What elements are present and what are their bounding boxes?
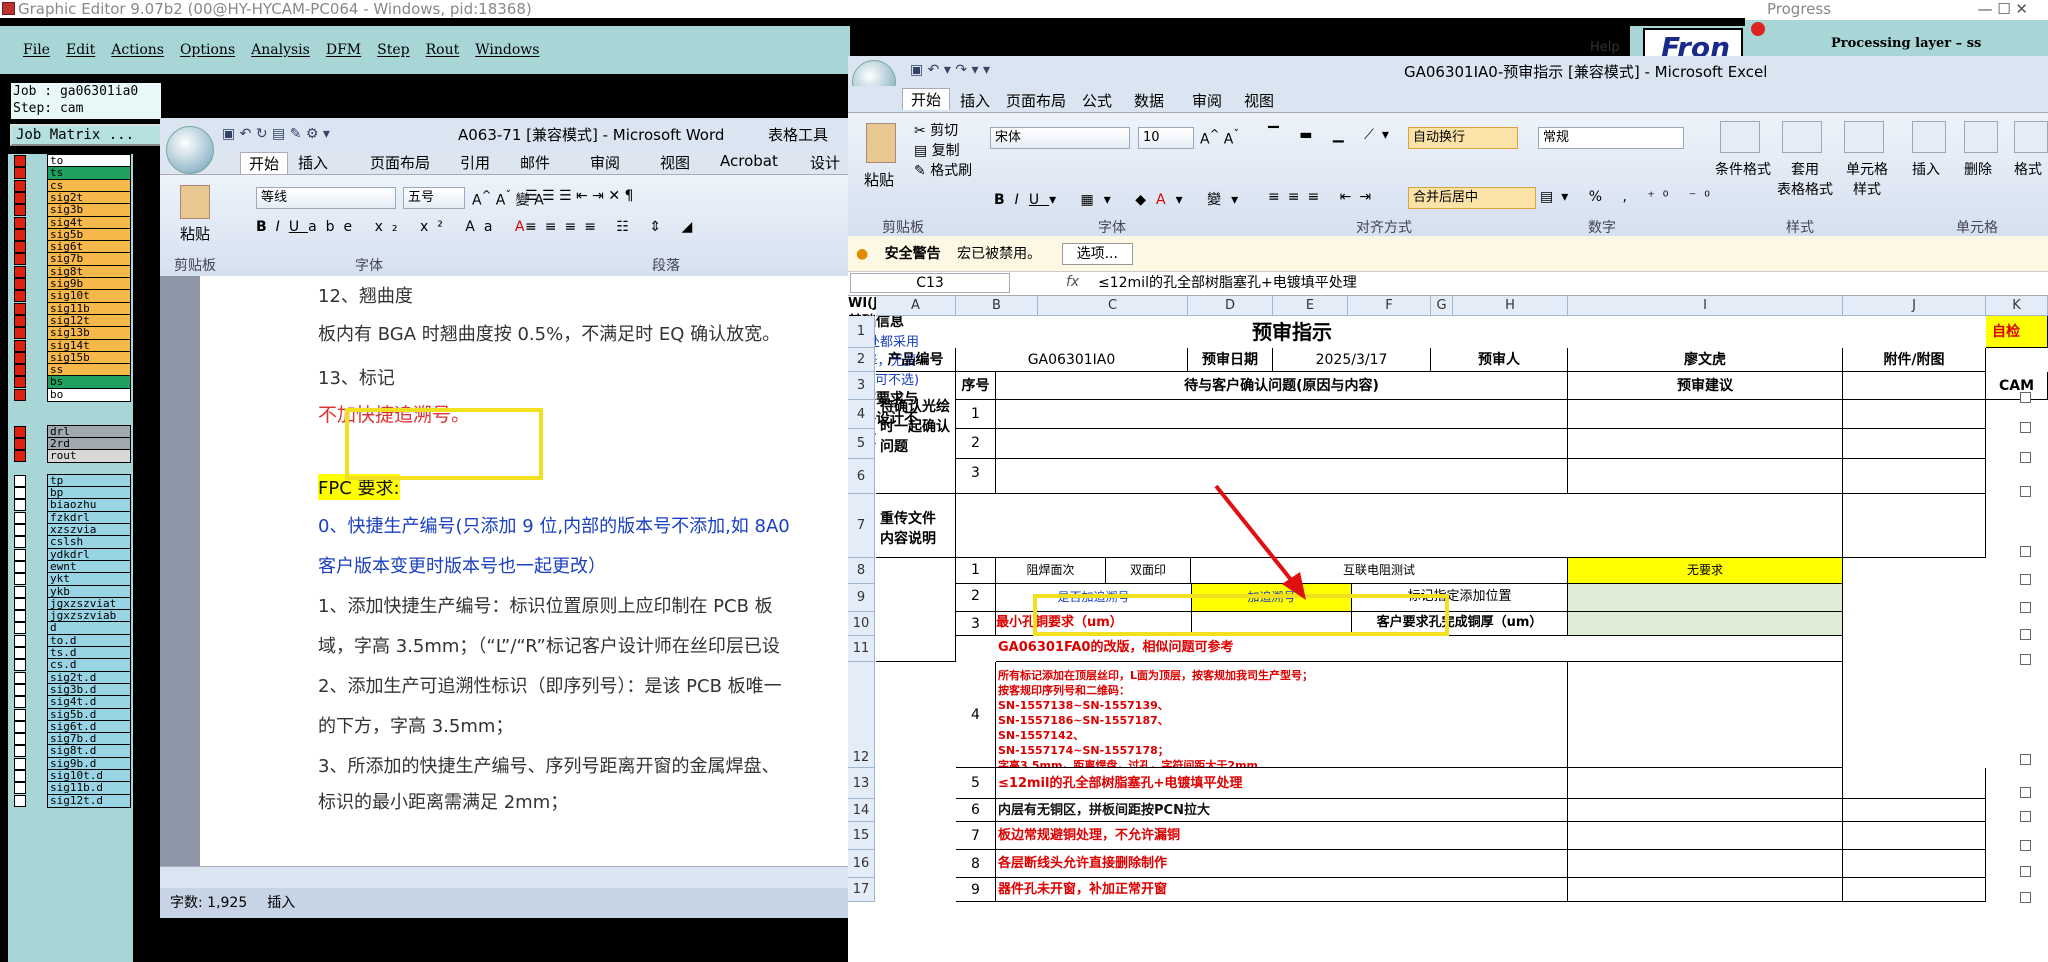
annotation-arrow [1214, 484, 1306, 600]
